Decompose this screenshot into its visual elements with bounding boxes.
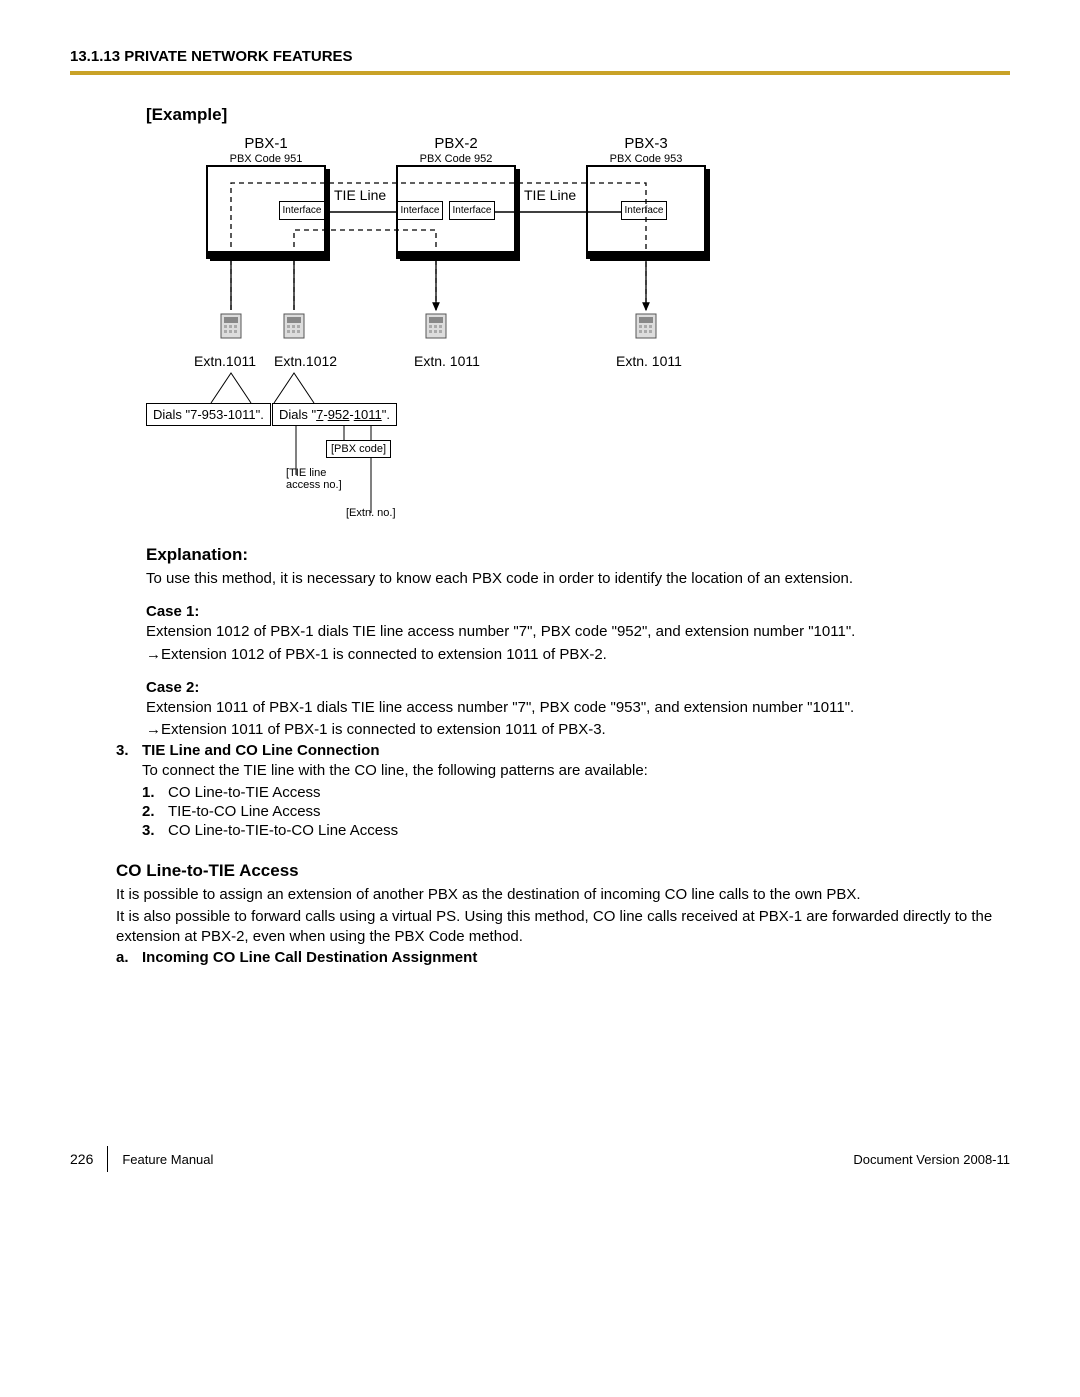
dial2-pre: Dials " — [279, 407, 316, 422]
footer-divider — [107, 1146, 108, 1172]
network-diagram: PBX-1 PBX Code 951 Interface PBX-2 PBX C… — [146, 135, 786, 525]
ext-label-p2e1: Extn. 1011 — [414, 353, 480, 369]
dial2-seg-a: 7 — [316, 407, 323, 422]
sec3-item2-n: 2. — [142, 803, 168, 820]
manual-name: Feature Manual — [122, 1152, 213, 1167]
dial2-seg-c: 1011 — [354, 407, 382, 422]
case1-heading: Case 1: — [146, 603, 1010, 620]
dial2-post: ". — [382, 407, 390, 422]
anno-pbx-code: [PBX code] — [326, 440, 391, 458]
sec3-item2-t: TIE-to-CO Line Access — [168, 803, 1010, 820]
sub-a-title: Incoming CO Line Call Destination Assign… — [142, 949, 1010, 966]
section-3: 3. TIE Line and CO Line Connection To co… — [116, 742, 1010, 838]
case2-heading: Case 2: — [146, 679, 1010, 696]
content-body: [Example] PBX-1 PBX Code 951 Interface P… — [146, 105, 1010, 966]
dial-box-1: Dials "7-953-1011". — [146, 403, 271, 426]
anno-tie-access: [TIE line access no.] — [286, 467, 356, 491]
ext-label-p3e1: Extn. 1011 — [616, 353, 682, 369]
sec3-item3-t: CO Line-to-TIE-to-CO Line Access — [168, 822, 1010, 839]
ext-label-p1e2: Extn.1012 — [274, 353, 337, 369]
phone-icon — [219, 310, 243, 342]
section-header: 13.1.13 PRIVATE NETWORK FEATURES — [70, 48, 1010, 65]
case1-line1: Extension 1012 of PBX-1 dials TIE line a… — [146, 622, 1010, 642]
sec3-item3-n: 3. — [142, 822, 168, 839]
case2-line2: Extension 1011 of PBX-1 is connected to … — [146, 720, 1010, 740]
header-rule — [70, 71, 1010, 75]
sec3-num: 3. — [116, 742, 142, 759]
page-number: 226 — [70, 1151, 93, 1167]
sub-a-num: a. — [116, 949, 142, 966]
doc-version: Document Version 2008-11 — [853, 1152, 1010, 1167]
example-heading: [Example] — [146, 105, 1010, 125]
phone-icon — [634, 310, 658, 342]
sec3-item1-n: 1. — [142, 784, 168, 801]
sec3-intro: To connect the TIE line with the CO line… — [142, 761, 1010, 781]
page-footer: 226 Feature Manual Document Version 2008… — [70, 1146, 1010, 1172]
dial-box-2: Dials "7-952-1011". — [272, 403, 397, 426]
anno-ext-no: [Extn. no.] — [346, 507, 396, 519]
document-page: 13.1.13 PRIVATE NETWORK FEATURES [Exampl… — [0, 0, 1080, 1202]
co-tie-p1: It is possible to assign an extension of… — [116, 885, 1010, 905]
sec3-item1-t: CO Line-to-TIE Access — [168, 784, 1010, 801]
ext-label-p1e1: Extn.1011 — [194, 353, 256, 369]
explanation-heading: Explanation: — [146, 545, 1010, 565]
co-tie-p2: It is also possible to forward calls usi… — [116, 907, 1010, 948]
dial2-seg-b: 952 — [328, 407, 350, 422]
phone-icon — [424, 310, 448, 342]
explanation-text: To use this method, it is necessary to k… — [146, 569, 1010, 589]
sec3-title: TIE Line and CO Line Connection — [142, 742, 1010, 759]
case2-line1: Extension 1011 of PBX-1 dials TIE line a… — [146, 698, 1010, 718]
case1-line2: Extension 1012 of PBX-1 is connected to … — [146, 645, 1010, 665]
co-tie-heading: CO Line-to-TIE Access — [116, 861, 1010, 881]
phone-icon — [282, 310, 306, 342]
